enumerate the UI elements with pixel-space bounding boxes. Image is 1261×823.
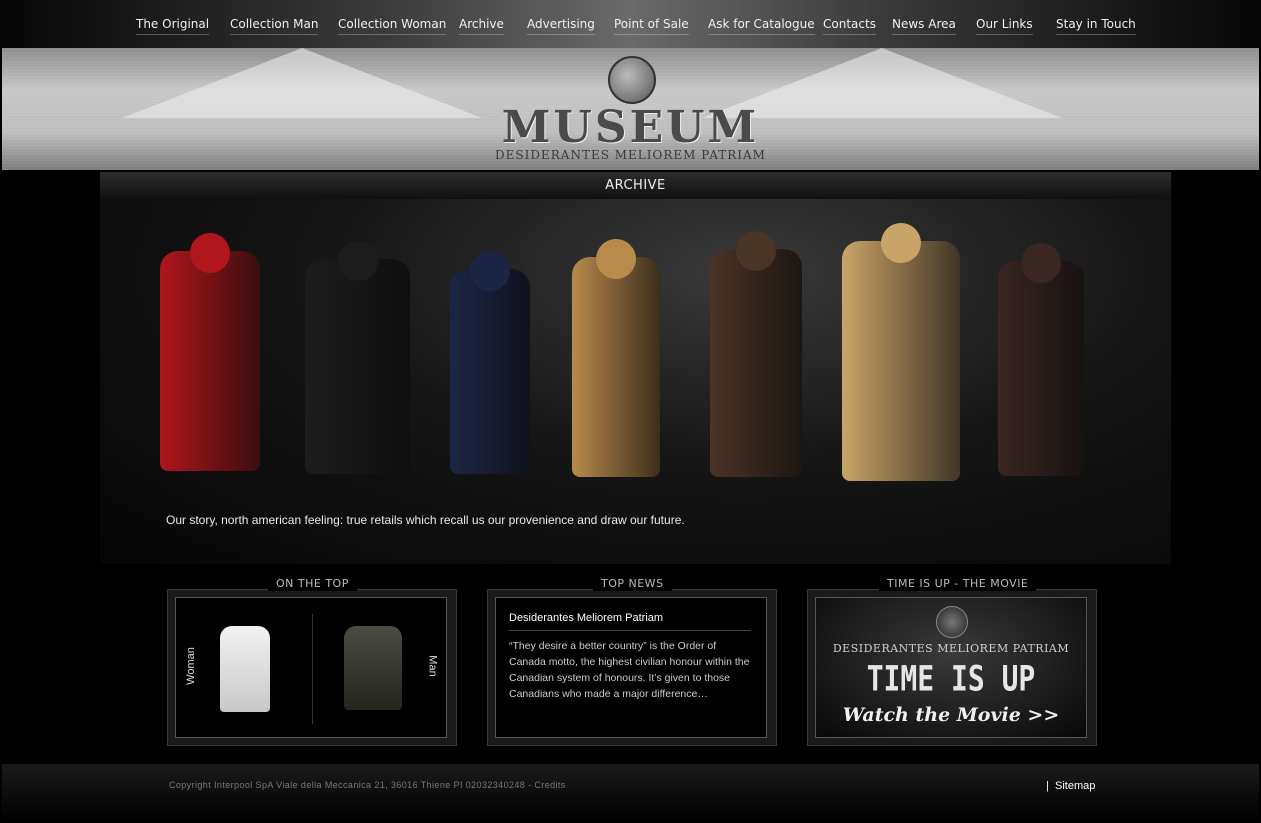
nav-archive[interactable]: Archive [459, 17, 504, 35]
jacket-image[interactable] [998, 243, 1084, 476]
woman-label[interactable]: Woman [185, 647, 197, 685]
nav-stay-in-touch[interactable]: Stay in Touch [1056, 17, 1136, 35]
movie-motto: DESIDERANTES MELIOREM PATRIAM [832, 642, 1070, 655]
copyright-text: Copyright Interpool SpA Viale della Mecc… [169, 780, 566, 790]
man-coat-image[interactable] [344, 626, 402, 710]
movie-emblem-icon [936, 606, 968, 638]
nav-our-links[interactable]: Our Links [976, 17, 1033, 35]
nav-advertising[interactable]: Advertising [527, 17, 595, 35]
nav-news-area[interactable]: News Area [892, 17, 956, 35]
jacket-image[interactable] [842, 223, 960, 481]
movie-headline: TIME IS UP [866, 657, 1036, 700]
on-the-top-box: Woman Man [167, 589, 457, 746]
sitemap-link[interactable]: Sitemap [1055, 780, 1095, 792]
jacket-image[interactable] [572, 239, 660, 477]
news-headline[interactable]: Desiderantes Meliorem Patriam [509, 612, 751, 631]
on-the-top-panel: Woman Man [175, 597, 447, 738]
news-excerpt[interactable]: “They desire a better country” is the Or… [509, 638, 753, 702]
movie-box: DESIDERANTES MELIOREM PATRIAM TIME IS UP… [807, 589, 1097, 746]
movie-panel[interactable]: DESIDERANTES MELIOREM PATRIAM TIME IS UP… [815, 597, 1087, 738]
watch-movie-link[interactable]: Watch the Movie >> [816, 704, 1086, 726]
movie-box-title: TIME IS UP - THE MOVIE [879, 577, 1037, 591]
logo-wordmark[interactable]: MUSEUM [2, 102, 1259, 153]
footer: Copyright Interpool SpA Viale della Mecc… [2, 764, 1259, 821]
logo-emblem-icon[interactable] [608, 56, 656, 104]
top-news-box: Desiderantes Meliorem Patriam “They desi… [487, 589, 777, 746]
divider [312, 614, 313, 724]
logo-motto: DESIDERANTES MELIOREM PATRIAM [495, 148, 766, 162]
jacket-image[interactable] [710, 231, 802, 477]
hero-tagline: Our story, north american feeling: true … [166, 513, 685, 527]
jacket-image[interactable] [160, 233, 260, 471]
top-navigation: The Original Collection Man Collection W… [0, 0, 1261, 48]
nav-collection-man[interactable]: Collection Man [230, 17, 319, 35]
top-news-panel: Desiderantes Meliorem Patriam “They desi… [495, 597, 767, 738]
section-title-bar: ARCHIVE [100, 172, 1171, 199]
woman-coat-image[interactable] [220, 626, 270, 712]
jacket-image[interactable] [305, 241, 410, 474]
nav-the-original[interactable]: The Original [136, 17, 210, 35]
nav-ask-for-catalogue[interactable]: Ask for Catalogue [708, 17, 815, 35]
man-label[interactable]: Man [427, 655, 439, 676]
on-the-top-title: ON THE TOP [268, 577, 357, 591]
footer-separator: | [1046, 780, 1049, 792]
nav-point-of-sale[interactable]: Point of Sale [614, 17, 689, 35]
hero-archive-jackets [100, 199, 1171, 564]
nav-collection-woman[interactable]: Collection Woman [338, 17, 447, 35]
top-news-title: TOP NEWS [593, 577, 672, 591]
jacket-image[interactable] [450, 251, 530, 474]
nav-contacts[interactable]: Contacts [823, 17, 876, 35]
section-title: ARCHIVE [605, 178, 666, 193]
header-banner: MUSEUM DESIDERANTES MELIOREM PATRIAM [2, 48, 1259, 170]
